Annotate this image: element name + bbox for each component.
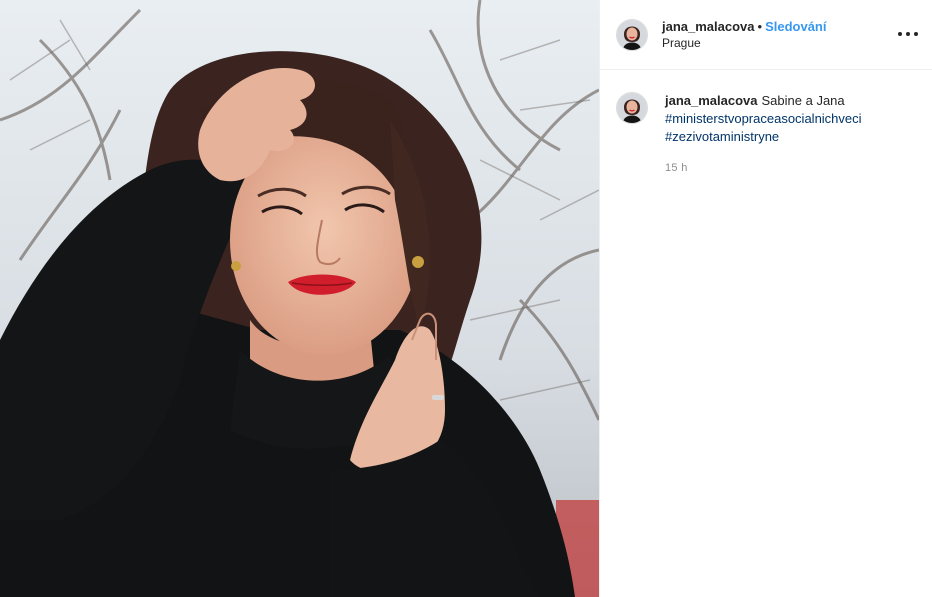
author-info: jana_malacova • Sledování Prague <box>662 18 827 52</box>
post-timestamp[interactable]: 15 h <box>665 159 895 177</box>
location-link[interactable]: Prague <box>662 35 827 52</box>
avatar[interactable] <box>616 18 648 51</box>
hashtag-link[interactable]: #zezivotaministryne <box>665 128 895 146</box>
portrait-photo <box>0 0 599 597</box>
caption-username[interactable]: jana_malacova <box>665 93 758 108</box>
author-username[interactable]: jana_malacova <box>662 19 755 34</box>
caption-comment: jana_malacova Sabine a Jana #ministerstvo… <box>600 70 932 177</box>
post-sidebar: jana_malacova • Sledování Prague jana_ma… <box>599 0 932 597</box>
caption-text: jana_malacova Sabine a Jana #ministerstvo… <box>665 92 895 146</box>
more-options-icon[interactable] <box>898 24 918 44</box>
caption-body: jana_malacova Sabine a Jana #ministerstvo… <box>665 92 895 177</box>
more-dot <box>898 32 902 36</box>
separator-dot: • <box>757 18 763 34</box>
caption-message: Sabine a Jana <box>761 93 845 108</box>
follow-button[interactable]: Sledování <box>765 19 826 34</box>
instagram-post: jana_malacova • Sledování Prague jana_ma… <box>0 0 932 597</box>
avatar-image <box>617 19 647 50</box>
more-dot <box>914 32 918 36</box>
post-header: jana_malacova • Sledování Prague <box>600 0 932 70</box>
hashtag-link[interactable]: #ministerstvopraceasocialnichveci <box>665 110 895 128</box>
more-dot <box>906 32 910 36</box>
avatar[interactable] <box>616 92 648 124</box>
post-photo[interactable] <box>0 0 599 597</box>
avatar-image <box>617 93 647 123</box>
